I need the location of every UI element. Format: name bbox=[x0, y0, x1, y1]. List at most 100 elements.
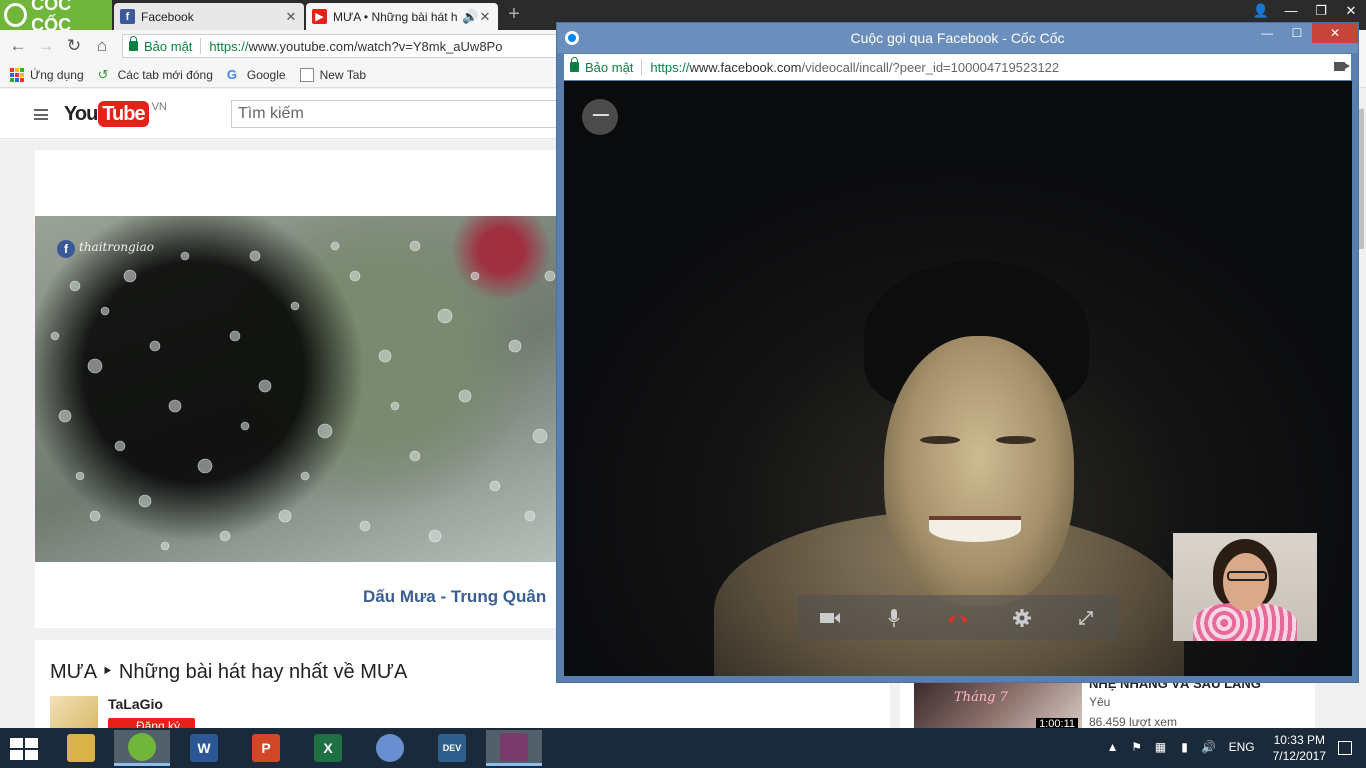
facebook-call-window: Cuộc gọi qua Facebook - Cốc Cốc — ☐ ✕ Bả… bbox=[556, 22, 1359, 683]
coccoc-menu-button[interactable]: CỐC CỐC bbox=[0, 0, 112, 35]
remote-video-feed bbox=[564, 81, 1352, 676]
minimize-button[interactable]: — bbox=[1276, 0, 1306, 22]
call-address-bar[interactable]: Bảo mật https://www.facebook.com/videoca… bbox=[564, 54, 1351, 80]
winrar-icon bbox=[500, 732, 528, 761]
google-icon: G bbox=[226, 66, 237, 82]
coccoc-icon bbox=[128, 732, 156, 761]
youtube-logo[interactable]: You Tube VN bbox=[64, 101, 167, 127]
back-button[interactable]: ← bbox=[8, 36, 28, 56]
microphone-icon[interactable] bbox=[883, 607, 905, 629]
remote-person-eye bbox=[920, 436, 960, 444]
restore-button[interactable]: ❐ bbox=[1306, 0, 1336, 22]
url-scheme: https:// bbox=[650, 59, 690, 75]
bookmark-label: Google bbox=[246, 67, 286, 82]
minimize-button[interactable]: — bbox=[1252, 23, 1282, 43]
tab-close-button[interactable]: ✕ bbox=[478, 9, 492, 25]
address-bar[interactable]: Bảo mật https://www.youtube.com/watch?v=… bbox=[122, 34, 562, 58]
notifications-icon[interactable] bbox=[1338, 741, 1352, 755]
secure-indicator[interactable]: Bảo mật bbox=[570, 57, 634, 75]
bookmark-apps[interactable]: Ứng dụng bbox=[10, 67, 84, 82]
channel-name[interactable]: TaLaGio bbox=[108, 696, 163, 712]
bookmark-new-tab[interactable]: New Tab bbox=[299, 67, 367, 82]
suggested-video-thumbnail[interactable]: Tháng 7 1:00:11 bbox=[914, 682, 1082, 730]
end-call-icon[interactable] bbox=[947, 607, 969, 629]
camera-in-use-icon[interactable] bbox=[1334, 62, 1350, 71]
excel-icon: X bbox=[314, 734, 342, 762]
url-host: www.facebook.com bbox=[689, 59, 802, 75]
secure-label: Bảo mật bbox=[585, 59, 634, 75]
new-tab-button[interactable]: + bbox=[504, 4, 524, 25]
lock-icon bbox=[570, 57, 579, 72]
coccoc-logo-icon bbox=[4, 3, 28, 27]
remote-person-eye bbox=[996, 436, 1036, 444]
word-icon: W bbox=[190, 734, 218, 762]
clock-time: 10:33 PM bbox=[1273, 733, 1325, 747]
bookmark-google[interactable]: G Google bbox=[226, 66, 286, 82]
clock[interactable]: 10:33 PM 7/12/2017 bbox=[1273, 732, 1326, 764]
battery-icon[interactable]: ▮ bbox=[1177, 740, 1193, 756]
divider bbox=[200, 38, 202, 54]
tab-label: Facebook bbox=[141, 9, 194, 24]
network-icon[interactable]: ▦ bbox=[1153, 740, 1169, 756]
audio-playing-icon: 🔊 bbox=[462, 8, 479, 24]
tab-close-button[interactable]: ✕ bbox=[284, 9, 298, 25]
system-tray: ▲ ⚑ ▦ ▮ 🔊 ENG 10:33 PM 7/12/2017 bbox=[1101, 728, 1366, 768]
self-face bbox=[1223, 553, 1269, 611]
devcpp-icon: DEV bbox=[438, 734, 466, 762]
messenger-icon bbox=[582, 99, 618, 135]
fullscreen-icon[interactable] bbox=[1075, 607, 1097, 629]
clock-date: 7/12/2017 bbox=[1272, 749, 1326, 763]
url-text: https://www.youtube.com/watch?v=Y8mk_aUw… bbox=[209, 39, 502, 54]
powerpoint-icon: P bbox=[252, 734, 280, 762]
secure-indicator[interactable]: Bảo mật bbox=[129, 36, 192, 54]
taskbar-excel[interactable]: X bbox=[300, 730, 356, 766]
youtube-icon: ▶ bbox=[312, 9, 327, 24]
taskbar-devcpp[interactable]: DEV bbox=[424, 730, 480, 766]
home-button[interactable]: ⌂ bbox=[92, 36, 112, 56]
call-controls-bar bbox=[798, 595, 1118, 640]
reload-button[interactable]: ↻ bbox=[64, 36, 84, 56]
raindrops-image bbox=[50, 240, 556, 551]
thumbnail-text: Tháng 7 bbox=[954, 690, 1008, 705]
url-scheme: https:// bbox=[209, 38, 249, 54]
paint-icon bbox=[376, 734, 404, 762]
bookmark-label: Các tab mới đóng bbox=[117, 67, 213, 82]
bookmark-recent-tabs[interactable]: ↺ Các tab mới đóng bbox=[97, 66, 213, 82]
self-video-preview[interactable] bbox=[1173, 533, 1317, 641]
taskbar-word[interactable]: W bbox=[176, 730, 232, 766]
close-button[interactable]: ✕ bbox=[1312, 23, 1358, 43]
search-input[interactable]: Tìm kiếm bbox=[231, 100, 561, 128]
url-text: https://www.facebook.com/videocall/incal… bbox=[650, 60, 1059, 75]
messenger-icon bbox=[565, 31, 579, 45]
call-window-controls: — ☐ ✕ bbox=[1252, 23, 1358, 43]
menu-icon[interactable] bbox=[34, 109, 48, 120]
camera-icon[interactable] bbox=[819, 607, 841, 629]
show-hidden-icons[interactable]: ▲ bbox=[1105, 740, 1121, 756]
close-button[interactable]: ✕ bbox=[1336, 0, 1366, 22]
tab-youtube[interactable]: ▶ MƯA • Những bài hát h 🔊 ✕ bbox=[306, 3, 498, 30]
taskbar-winrar[interactable] bbox=[486, 730, 542, 766]
call-window-title: Cuộc gọi qua Facebook - Cốc Cốc bbox=[850, 30, 1065, 46]
folder-icon bbox=[67, 734, 95, 762]
settings-icon[interactable] bbox=[1011, 607, 1033, 629]
tab-facebook[interactable]: f Facebook ✕ bbox=[114, 3, 304, 30]
taskbar-powerpoint[interactable]: P bbox=[238, 730, 294, 766]
start-button[interactable] bbox=[10, 738, 38, 760]
maximize-button[interactable]: ☐ bbox=[1282, 23, 1312, 43]
url-path: /videocall/incall/?peer_id=1000047195231… bbox=[801, 59, 1060, 75]
history-icon: ↺ bbox=[97, 66, 109, 82]
flag-icon[interactable]: ⚑ bbox=[1129, 740, 1145, 756]
language-indicator[interactable]: ENG bbox=[1229, 740, 1255, 756]
user-icon[interactable]: 👤 bbox=[1246, 0, 1276, 22]
window-controls: 👤 — ❐ ✕ bbox=[1246, 0, 1366, 22]
taskbar-coccoc[interactable] bbox=[114, 730, 170, 766]
taskbar-paint[interactable] bbox=[362, 730, 418, 766]
lock-icon bbox=[129, 36, 138, 51]
video-thumbnail[interactable]: f thaitrongiao bbox=[35, 216, 565, 562]
taskbar-file-explorer[interactable] bbox=[53, 730, 109, 766]
bookmark-label: New Tab bbox=[319, 67, 367, 82]
volume-icon[interactable]: 🔊 bbox=[1201, 740, 1217, 756]
call-window-titlebar[interactable]: Cuộc gọi qua Facebook - Cốc Cốc — ☐ ✕ bbox=[557, 23, 1358, 53]
forward-button[interactable]: → bbox=[36, 36, 56, 56]
channel-avatar[interactable] bbox=[50, 696, 98, 730]
